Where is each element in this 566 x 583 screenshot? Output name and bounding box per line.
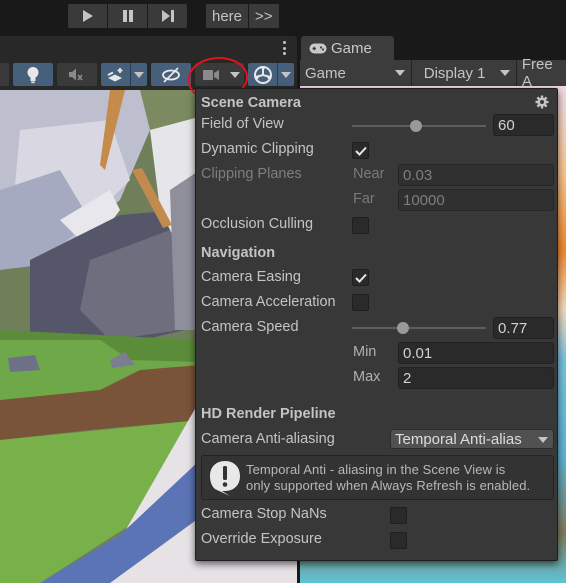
- game-toolbar: Game Display 1 Free A: [300, 56, 566, 90]
- min-label: Min: [353, 344, 377, 360]
- far-clip-input[interactable]: 10000: [398, 189, 554, 211]
- lightbulb-icon: [27, 66, 39, 83]
- camera-acceleration-label: Camera Acceleration: [201, 294, 336, 310]
- anti-aliasing-dropdown[interactable]: Temporal Anti-alias: [390, 429, 554, 449]
- aspect-dropdown[interactable]: Free A: [517, 56, 566, 90]
- here-button[interactable]: here: [206, 4, 249, 28]
- toolbar-partial-button[interactable]: [0, 63, 9, 86]
- occlusion-culling-checkbox[interactable]: [352, 217, 369, 234]
- override-exposure-checkbox[interactable]: [390, 532, 407, 549]
- aspect-value: Free A: [521, 56, 553, 90]
- field-of-view-input[interactable]: 60: [493, 114, 554, 136]
- step-icon: [161, 10, 174, 22]
- hdrp-header: HD Render Pipeline: [201, 406, 336, 422]
- camera-stop-nans-label: Camera Stop NaNs: [201, 506, 327, 522]
- chevron-down-icon: [229, 71, 240, 78]
- play-icon: [82, 10, 93, 22]
- effects-dropdown[interactable]: [131, 71, 147, 78]
- eye-slash-icon: [162, 66, 180, 83]
- help-text: Temporal Anti - aliasing in the Scene Vi…: [246, 462, 530, 494]
- audio-mute-icon: [69, 68, 83, 80]
- camera-speed-max-input[interactable]: 2: [398, 367, 554, 389]
- gamepad-icon: [309, 43, 327, 53]
- camera-settings-dropdown[interactable]: [226, 71, 243, 78]
- chevron-down-icon: [134, 71, 144, 78]
- camera-easing-label: Camera Easing: [201, 269, 301, 285]
- camera-speed-slider[interactable]: [352, 327, 486, 329]
- gizmos-dropdown[interactable]: [278, 71, 294, 78]
- help-text-line-1: Temporal Anti - aliasing in the Scene Vi…: [246, 462, 506, 477]
- play-controls: [68, 4, 187, 28]
- dynamic-clipping-label: Dynamic Clipping: [201, 141, 314, 157]
- gizmo-icon: [253, 65, 272, 84]
- effects-toggle[interactable]: [101, 63, 147, 86]
- near-label: Near: [353, 166, 385, 182]
- near-clip-input[interactable]: 0.03: [398, 164, 554, 186]
- camera-stop-nans-checkbox[interactable]: [390, 507, 407, 524]
- camera-acceleration-checkbox[interactable]: [352, 294, 369, 311]
- max-label: Max: [353, 369, 381, 385]
- scene-camera-popup: Scene Camera Field of View 60 Dynamic Cl…: [195, 88, 558, 561]
- scene-toolbar: [0, 60, 297, 90]
- display-dropdown[interactable]: Display 1: [412, 60, 517, 86]
- camera-speed-min-input[interactable]: 0.01: [398, 342, 554, 364]
- checkmark-icon: [354, 273, 367, 283]
- chevron-down-icon: [394, 70, 405, 76]
- pause-button[interactable]: [108, 4, 147, 28]
- far-label: Far: [353, 191, 375, 207]
- gear-icon[interactable]: [535, 95, 549, 109]
- pause-icon: [122, 10, 133, 22]
- warning-speech-icon: [210, 461, 240, 496]
- camera-easing-checkbox[interactable]: [352, 269, 369, 286]
- display-value: Display 1: [423, 64, 486, 82]
- scene-camera-button[interactable]: [195, 63, 244, 86]
- game-mode-dropdown[interactable]: Game: [300, 60, 412, 86]
- more-button[interactable]: >>: [249, 4, 279, 28]
- effects-icon: [107, 67, 122, 81]
- play-button[interactable]: [68, 4, 107, 28]
- more-options-icon[interactable]: [281, 40, 287, 56]
- hidden-objects-toggle[interactable]: [151, 63, 191, 86]
- scene-camera-title: Scene Camera: [201, 95, 301, 111]
- anti-aliasing-value: Temporal Anti-alias: [395, 430, 522, 448]
- main-toolbar: here >>: [0, 0, 566, 34]
- camera-speed-slider-thumb[interactable]: [396, 322, 409, 334]
- gizmos-toggle[interactable]: [248, 63, 294, 86]
- chevron-down-icon: [281, 71, 291, 78]
- occlusion-culling-label: Occlusion Culling: [201, 216, 314, 232]
- audio-toggle[interactable]: [57, 63, 97, 86]
- checkmark-icon: [354, 146, 367, 156]
- camera-anti-aliasing-label: Camera Anti-aliasing: [201, 431, 335, 447]
- clipping-planes-label: Clipping Planes: [201, 166, 302, 182]
- scene-tab-bar: [0, 36, 297, 60]
- help-text-line-2: only supported when Always Refresh is en…: [246, 478, 531, 493]
- chevron-down-icon: [538, 437, 548, 443]
- tab-game-label: Game: [331, 39, 372, 57]
- dynamic-clipping-checkbox[interactable]: [352, 142, 369, 159]
- step-button[interactable]: [148, 4, 187, 28]
- camera-speed-input[interactable]: 0.77: [493, 317, 554, 339]
- override-exposure-label: Override Exposure: [201, 531, 322, 547]
- navigation-header: Navigation: [201, 245, 276, 261]
- camera-speed-label: Camera Speed: [201, 319, 299, 335]
- tab-game[interactable]: Game: [301, 36, 394, 60]
- game-mode-value: Game: [305, 64, 346, 82]
- field-of-view-label: Field of View: [201, 116, 284, 132]
- camera-icon: [203, 69, 219, 80]
- help-box: Temporal Anti - aliasing in the Scene Vi…: [201, 455, 554, 500]
- chevron-down-icon: [499, 70, 510, 76]
- lighting-toggle[interactable]: [13, 63, 53, 86]
- extra-controls: here >>: [206, 4, 279, 28]
- field-of-view-slider-thumb[interactable]: [410, 120, 423, 132]
